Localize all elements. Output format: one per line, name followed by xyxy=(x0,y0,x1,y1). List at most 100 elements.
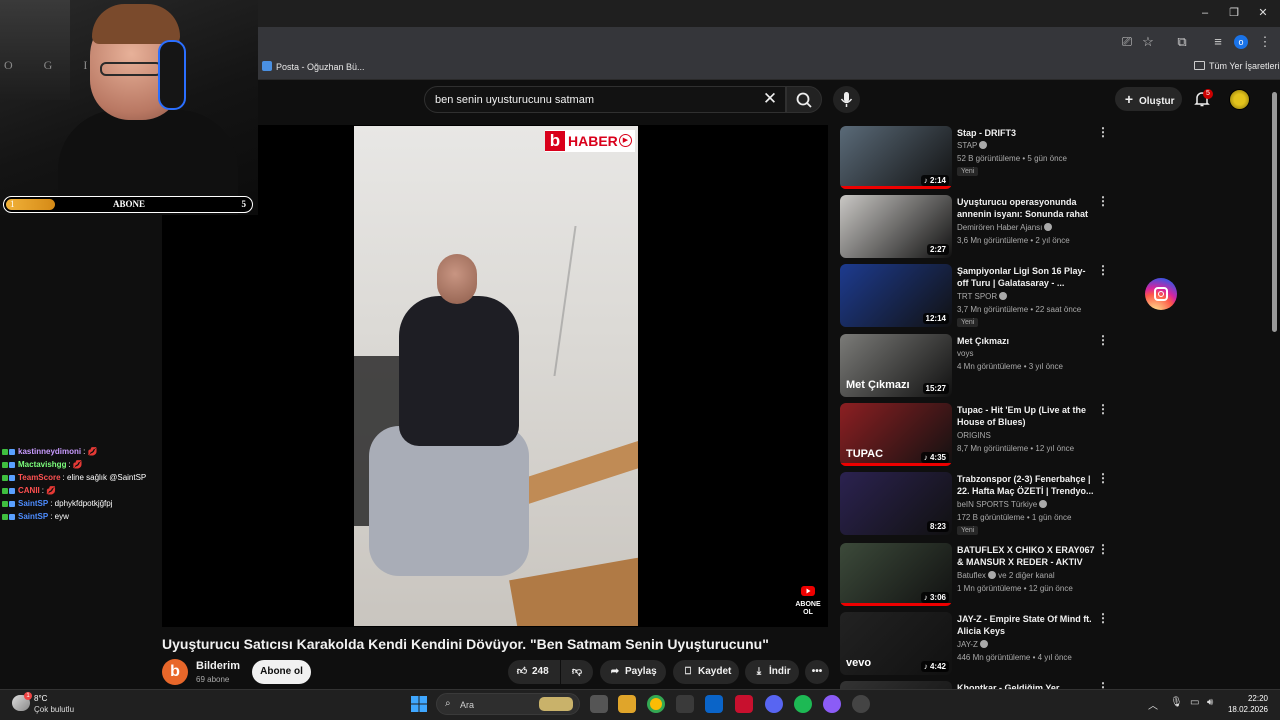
minimize-icon[interactable]: – xyxy=(1198,6,1212,20)
recommendation-title[interactable]: BATUFLEX X CHIKO X ERAY067 & MANSUR X RE… xyxy=(957,544,1097,568)
volume-icon[interactable]: 🔊︎ xyxy=(1207,697,1213,708)
recommendation-channel[interactable]: ORIGINS xyxy=(957,431,991,440)
file-explorer-icon[interactable] xyxy=(618,695,636,713)
search-button[interactable] xyxy=(786,86,822,113)
page-scrollbar[interactable] xyxy=(1272,92,1277,332)
chat-username[interactable]: SaintSP xyxy=(18,499,48,508)
recommendation-title[interactable]: Met Çıkmazı xyxy=(957,335,1097,347)
recommendation-channel[interactable]: JAY-Z xyxy=(957,640,988,649)
dislike-button[interactable]: 👎︎ xyxy=(561,660,593,684)
chat-username[interactable]: CANII xyxy=(18,486,40,495)
recommendation-channel[interactable]: TRT SPOR xyxy=(957,292,1008,301)
more-vertical-icon[interactable]: ⋮ xyxy=(1097,264,1109,276)
taskbar-search[interactable]: ⌕ Ara xyxy=(436,693,580,715)
recommendation-channel[interactable]: Demirören Haber Ajansı xyxy=(957,223,1053,232)
chrome-icon[interactable] xyxy=(647,695,665,713)
subscribe-overlay[interactable]: ABONE OL xyxy=(794,586,822,616)
more-vertical-icon[interactable]: ⋮ xyxy=(1097,403,1109,415)
create-button[interactable]: + Oluştur xyxy=(1115,87,1182,111)
download-button[interactable]: ⤓ İndir xyxy=(745,660,799,684)
channel-avatar[interactable]: b xyxy=(162,659,188,685)
mic-tray-icon[interactable]: 🎙︎ xyxy=(1170,697,1183,708)
mail-icon xyxy=(262,61,272,71)
chat-username[interactable]: Mactavishgg xyxy=(18,460,66,469)
obs-icon[interactable] xyxy=(852,695,870,713)
news-app-icon[interactable] xyxy=(735,695,753,713)
account-avatar[interactable] xyxy=(1229,89,1250,110)
video-thumbnail[interactable]: Met Çıkmazı 15:27 xyxy=(840,334,952,397)
chat-username[interactable]: kastinneydimoni xyxy=(18,447,81,456)
recommendation-title[interactable]: Stap - DRIFT3 xyxy=(957,127,1097,139)
voice-search-button[interactable] xyxy=(833,86,860,113)
video-frame[interactable] xyxy=(354,126,638,626)
recommendation-title[interactable]: JAY-Z - Empire State Of Mind ft. Alicia … xyxy=(957,613,1097,637)
recommendation-channel[interactable]: STAP xyxy=(957,141,988,150)
windows-start-icon[interactable] xyxy=(411,696,427,712)
clock-time[interactable]: 22:20 xyxy=(1244,694,1268,703)
chat-badge-icon xyxy=(2,487,8,494)
more-vertical-icon[interactable]: ⋮ xyxy=(1097,126,1109,138)
recommendation-item[interactable]: 12:14 Şampiyonlar Ligi Son 16 Play-off Tu… xyxy=(840,264,1110,328)
extensions-icon[interactable]: ⧉ xyxy=(1174,34,1190,50)
outlook-icon[interactable] xyxy=(705,695,723,713)
recommendation-item[interactable]: ♪ 3:06 BATUFLEX X CHIKO X ERAY067 & MANSU… xyxy=(840,543,1110,607)
more-vertical-icon[interactable]: ⋮ xyxy=(1097,472,1109,484)
clear-search-icon[interactable]: ✕ xyxy=(760,88,780,110)
recommendation-item[interactable]: ♪ 2:14 Stap - DRIFT3 STAP 52 B görüntüleme … xyxy=(840,126,1110,190)
recommendation-channel[interactable]: beIN SPORTS Türkiye xyxy=(957,500,1048,509)
more-actions-button[interactable]: ••• xyxy=(805,660,829,684)
spotify-icon[interactable] xyxy=(794,695,812,713)
cast-icon[interactable]: ⎚ xyxy=(1119,34,1135,50)
weather-temp: 8°C xyxy=(34,694,48,703)
subscribe-button[interactable]: Abone ol xyxy=(252,660,311,684)
close-window-icon[interactable]: ✕ xyxy=(1256,6,1270,20)
browser-profile-avatar[interactable]: o xyxy=(1234,35,1248,49)
recommendation-channel[interactable]: Batuflex ve 2 diğer kanal xyxy=(957,571,1055,580)
more-vertical-icon[interactable]: ⋮ xyxy=(1097,543,1109,555)
recommendation-item[interactable]: 2:27 Uyuşturucu operasyonunda annenin isy… xyxy=(840,195,1110,259)
save-button[interactable]: ⎕ Kaydet xyxy=(673,660,739,684)
clock-date[interactable]: 18.02.2026 xyxy=(1226,705,1268,714)
store-icon[interactable] xyxy=(676,695,694,713)
bookmark-all[interactable]: Tüm Yer İşaretleri xyxy=(1194,61,1280,71)
more-vertical-icon[interactable]: ⋮ xyxy=(1097,334,1109,346)
browser-menu-icon[interactable]: ⋮ xyxy=(1257,34,1273,50)
instagram-icon[interactable] xyxy=(1145,278,1177,310)
channel-name[interactable]: Bilderim xyxy=(196,660,240,672)
video-thumbnail[interactable]: ♪ 2:14 xyxy=(840,126,952,189)
search-input[interactable]: ben senin uyusturucunu satmam xyxy=(424,86,786,113)
chat-username[interactable]: SaintSP xyxy=(18,512,48,521)
recommendation-title[interactable]: Şampiyonlar Ligi Son 16 Play-off Turu | … xyxy=(957,265,1097,289)
verified-icon xyxy=(1039,500,1048,508)
video-thumbnail[interactable]: 12:14 xyxy=(840,264,952,327)
recommendation-item[interactable]: 8:23 Trabzonspor (2-3) Fenerbahçe | 22. H… xyxy=(840,472,1110,536)
maximize-icon[interactable]: ❐ xyxy=(1227,6,1241,20)
recommendation-item[interactable]: vevo ♪ 4:42 JAY-Z - Empire State Of Mind f… xyxy=(840,612,1110,676)
bookmark-star-icon[interactable]: ☆ xyxy=(1140,34,1156,50)
more-vertical-icon[interactable]: ⋮ xyxy=(1097,195,1109,207)
video-thumbnail[interactable]: vevo ♪ 4:42 xyxy=(840,612,952,675)
recommendation-item[interactable]: Met Çıkmazı 15:27 Met Çıkmazı voys 4 Mn görü… xyxy=(840,334,1110,398)
app-icon-purple[interactable] xyxy=(823,695,841,713)
chat-username[interactable]: TeamScore xyxy=(18,473,61,482)
media-controls-icon[interactable]: ≡ xyxy=(1210,34,1226,50)
task-view-icon[interactable] xyxy=(590,695,608,713)
bookmark-posta[interactable]: Posta - Oğuzhan Bü... xyxy=(262,61,365,72)
chat-message: CANII: 💋 xyxy=(2,484,162,497)
video-thumbnail[interactable]: 2:27 xyxy=(840,195,952,258)
video-thumbnail[interactable]: TUPAC ♪ 4:35 xyxy=(840,403,952,466)
recommendation-item[interactable]: TUPAC ♪ 4:35 Tupac - Hit 'Em Up (Live at t… xyxy=(840,403,1110,467)
network-icon[interactable]: ▭ xyxy=(1190,697,1199,708)
share-button[interactable]: ➦ Paylaş xyxy=(600,660,666,684)
video-thumbnail[interactable]: ♪ 3:06 xyxy=(840,543,952,606)
recommendation-title[interactable]: Trabzonspor (2-3) Fenerbahçe | 22. Hafta… xyxy=(957,473,1097,497)
discord-icon[interactable] xyxy=(765,695,783,713)
more-vertical-icon[interactable]: ⋮ xyxy=(1097,612,1109,624)
recommendation-title[interactable]: Uyuşturucu operasyonunda annenin isyanı:… xyxy=(957,196,1097,220)
tray-chevron-icon[interactable]: ︿ xyxy=(1148,697,1158,712)
video-scene-table xyxy=(509,552,638,626)
recommendation-title[interactable]: Tupac - Hit 'Em Up (Live at the House of… xyxy=(957,404,1097,428)
like-button[interactable]: 👍︎ 248 xyxy=(508,660,560,684)
video-thumbnail[interactable]: 8:23 xyxy=(840,472,952,535)
recommendation-channel[interactable]: voys xyxy=(957,349,973,358)
